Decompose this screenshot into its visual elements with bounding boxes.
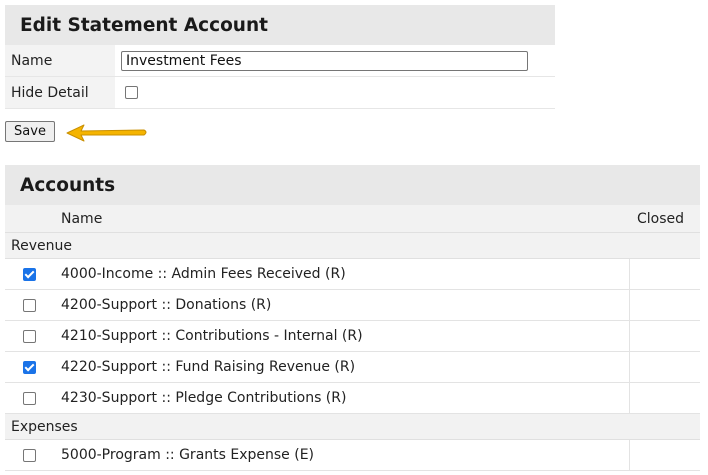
hide-detail-checkbox[interactable] <box>125 86 138 99</box>
accounts-column-header: Name Closed <box>5 205 700 233</box>
name-label: Name <box>5 45 115 76</box>
save-button[interactable]: Save <box>5 121 55 142</box>
account-checkbox-cell <box>5 360 57 374</box>
account-row: 4230-Support :: Pledge Contributions (R) <box>5 383 700 414</box>
group-revenue: Revenue <box>5 233 700 259</box>
account-checkbox[interactable] <box>22 448 36 462</box>
account-checkbox[interactable] <box>22 391 36 405</box>
hide-detail-row: Hide Detail <box>5 77 555 109</box>
account-name: 4200-Support :: Donations (R) <box>57 290 630 320</box>
account-row: 4200-Support :: Donations (R) <box>5 290 700 321</box>
account-row: 4000-Income :: Admin Fees Received (R) <box>5 259 700 290</box>
account-checkbox-cell <box>5 329 57 343</box>
account-name: 4230-Support :: Pledge Contributions (R) <box>57 383 630 413</box>
column-name-header: Name <box>61 210 103 227</box>
name-row: Name <box>5 45 555 77</box>
accounts-title: Accounts <box>5 165 700 205</box>
account-row: 4210-Support :: Contributions - Internal… <box>5 321 700 352</box>
panel-title: Edit Statement Account <box>5 5 555 45</box>
account-checkbox[interactable] <box>22 298 36 312</box>
arrow-left-icon <box>66 124 147 142</box>
hide-detail-label: Hide Detail <box>5 77 115 108</box>
account-name: 5000-Program :: Grants Expense (E) <box>57 440 630 470</box>
account-name: 4220-Support :: Fund Raising Revenue (R) <box>57 352 630 382</box>
account-checkbox-cell <box>5 298 57 312</box>
name-input[interactable] <box>121 50 528 71</box>
account-checkbox[interactable] <box>22 267 36 281</box>
account-row: 5000-Program :: Grants Expense (E) <box>5 440 700 471</box>
account-checkbox-cell <box>5 267 57 281</box>
account-checkbox[interactable] <box>22 360 36 374</box>
edit-statement-account-panel: Edit Statement Account Name Hide Detail <box>5 5 555 109</box>
column-closed-header: Closed <box>637 210 685 227</box>
name-field-cell <box>115 50 555 71</box>
account-checkbox-cell <box>5 391 57 405</box>
account-name: 4210-Support :: Contributions - Internal… <box>57 321 630 351</box>
account-name: 4000-Income :: Admin Fees Received (R) <box>57 259 630 289</box>
group-expenses: Expenses <box>5 414 700 440</box>
account-checkbox-cell <box>5 448 57 462</box>
hide-detail-field-cell <box>115 86 555 99</box>
account-checkbox[interactable] <box>22 329 36 343</box>
accounts-panel: Accounts Name Closed Revenue 4000-Income… <box>5 165 700 471</box>
account-row: 4220-Support :: Fund Raising Revenue (R) <box>5 352 700 383</box>
